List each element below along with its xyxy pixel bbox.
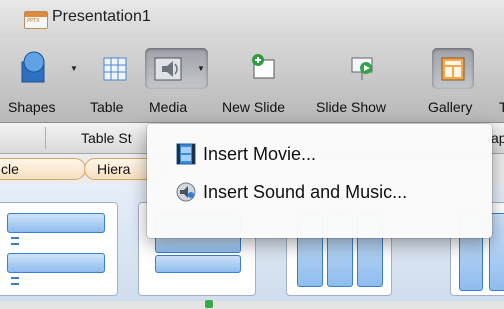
insert-sound-label: Insert Sound and Music... [203, 182, 408, 202]
tab-table-styles[interactable]: Table St [81, 130, 132, 146]
resize-handle[interactable] [205, 300, 213, 308]
gallery-button[interactable]: Gallery [426, 42, 496, 118]
chevron-down-icon: ▼ [197, 64, 205, 73]
status-strip [0, 301, 504, 309]
new-slide-label: New Slide [222, 99, 286, 115]
media-dropdown-menu: Insert Movie... Insert Sound and Music..… [147, 124, 492, 238]
thumbnail-shape [7, 213, 105, 233]
gallery-label: Gallery [428, 99, 473, 115]
gallery-icon [441, 57, 465, 81]
shapes-icon [21, 51, 45, 83]
media-icon [154, 57, 182, 81]
slide-show-icon [351, 57, 373, 80]
table-button[interactable]: Table [90, 42, 142, 118]
tab-divider [45, 127, 46, 149]
thumbnail-shape [7, 253, 105, 273]
menu-item-insert-sound[interactable]: Insert Sound and Music... [147, 178, 492, 208]
new-slide-button[interactable]: New Slide [222, 42, 312, 118]
new-slide-icon [252, 54, 275, 79]
menu-item-insert-movie[interactable]: Insert Movie... [147, 140, 492, 170]
table-grid-icon [103, 57, 127, 81]
doc-icon-text: PPTX [27, 18, 40, 24]
table-label: Table [90, 99, 124, 115]
insert-movie-label: Insert Movie... [203, 144, 317, 164]
toolbar-cut-label: T [499, 99, 504, 115]
shapes-label: Shapes [8, 99, 56, 115]
media-button[interactable]: ▼ Media [145, 42, 209, 118]
chevron-down-icon: ▼ [70, 64, 78, 73]
tab-right-cut[interactable]: ap [491, 130, 504, 146]
toolbar: ▼ Shapes Table ▼ Media New Slide Slide S… [0, 38, 504, 123]
speaker-icon [176, 182, 196, 202]
presentation-document-icon: PPTX [24, 11, 48, 29]
thumbnail-shape [155, 255, 241, 273]
slide-show-label: Slide Show [316, 99, 387, 115]
category-pill-label: Hiera [97, 161, 131, 177]
shapes-button[interactable]: ▼ Shapes [8, 42, 78, 118]
category-pill[interactable]: cle [0, 158, 86, 180]
slide-show-button[interactable]: Slide Show [316, 42, 412, 118]
gallery-thumbnail[interactable] [0, 202, 118, 296]
media-label: Media [149, 99, 188, 115]
film-icon [176, 143, 196, 165]
window-title: Presentation1 [52, 8, 151, 25]
category-pill-label: cle [1, 161, 19, 177]
title-bar: PPTX Presentation1 [0, 0, 504, 38]
